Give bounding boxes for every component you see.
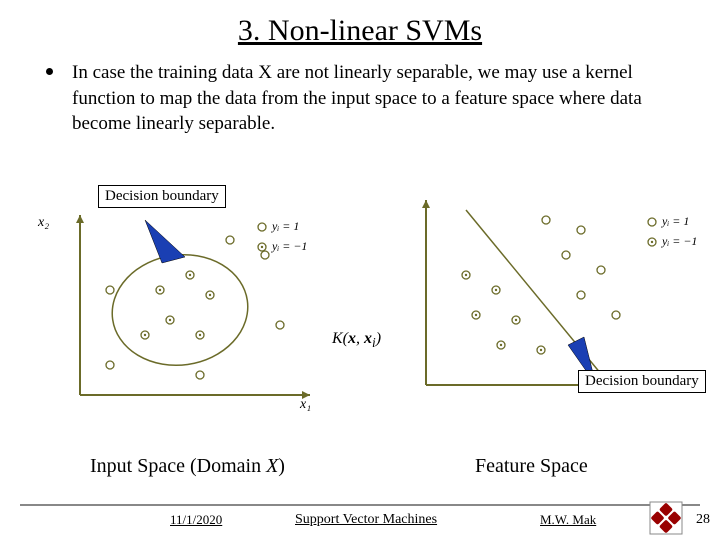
body-text: In case the training data X are not line…: [72, 62, 642, 134]
legend-neg-right: yᵢ = −1: [662, 234, 697, 249]
legend-pos-left: yᵢ = 1: [272, 219, 299, 234]
legend-neg-left: yᵢ = −1: [272, 239, 307, 254]
axis-x1-label: x₁: [300, 397, 311, 413]
caption-feature-space: Feature Space: [475, 455, 588, 478]
diagram-area: x₂ x₁ yᵢ = 1 yᵢ = −1 Decision boundary K…: [0, 175, 720, 475]
kernel-function-label: K(x, xi): [332, 330, 381, 351]
caption-input-space: Input Space (Domain X): [90, 455, 285, 478]
footer-date: 11/1/2020: [170, 512, 222, 528]
axis-x2-label: x₂: [38, 215, 49, 231]
footer-title: Support Vector Machines: [295, 512, 437, 528]
decision-boundary-label-right: Decision boundary: [578, 370, 706, 393]
footer-author: M.W. Mak: [540, 512, 596, 528]
slide-title: 3. Non-linear SVMs: [0, 0, 720, 60]
bullet-icon: [46, 68, 53, 75]
legend-pos-right: yᵢ = 1: [662, 214, 689, 229]
footer-divider: [20, 504, 700, 506]
footer-page-number: 28: [696, 512, 710, 528]
decision-boundary-label-left: Decision boundary: [98, 185, 226, 208]
logo-icon: [648, 500, 684, 536]
footer: 11/1/2020 Support Vector Machines M.W. M…: [0, 504, 720, 540]
body-paragraph: In case the training data X are not line…: [0, 60, 720, 137]
